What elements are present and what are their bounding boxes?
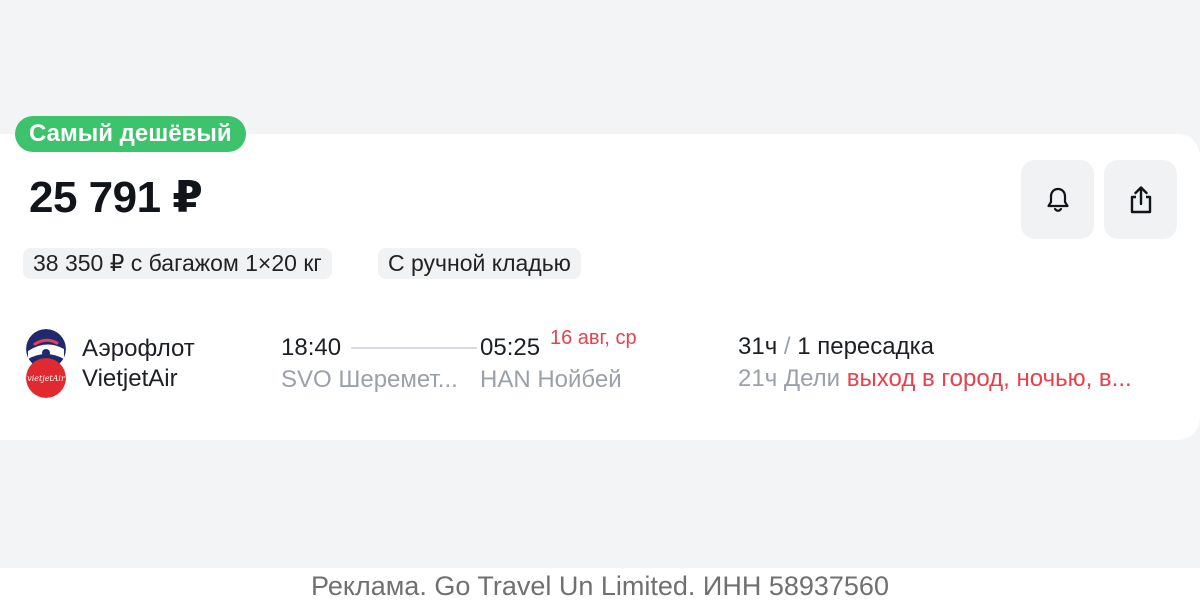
route-line	[351, 347, 477, 349]
airline-name-aeroflot: Аэрофлот	[82, 335, 195, 362]
flight-summary: 31ч / 1 пересадка	[738, 332, 934, 362]
arrival-date: 16 авг, ср	[550, 327, 637, 349]
bell-icon	[1046, 187, 1069, 212]
flight-duration: 31ч	[738, 333, 778, 360]
arrival-time: 05:25	[480, 334, 541, 361]
departure-airport: SVO Шеремет...	[281, 366, 458, 393]
share-button[interactable]	[1104, 160, 1177, 239]
departure-time: 18:40	[281, 334, 342, 361]
layover-info: 21ч Дели выход в город, ночью, в...	[738, 364, 1132, 394]
arrival-airport: HAN Нойбей	[480, 366, 622, 393]
vietjetair-logo-text: vietjetAir	[27, 374, 66, 383]
vietjetair-logo: vietjetAir	[26, 358, 66, 398]
ticket-price: 25 791 ₽	[29, 173, 203, 222]
ticket-offer-screen: Самый дешёвый 25 791 ₽ 38 350 ₽ с багажо…	[0, 0, 1200, 602]
stops-count: 1 пересадка	[797, 333, 934, 360]
share-icon	[1130, 185, 1151, 213]
layover-warning: выход в город, ночью, в...	[846, 365, 1132, 392]
subscribe-price-button[interactable]	[1021, 160, 1094, 239]
summary-separator: /	[783, 333, 791, 360]
baggage-option-chip[interactable]: 38 350 ₽ с багажом 1×20 кг	[23, 248, 332, 279]
cheapest-badge: Самый дешёвый	[15, 116, 246, 152]
airline-name-vietjetair: VietjetAir	[82, 365, 178, 392]
layover-city: Дели	[783, 365, 841, 392]
hand-luggage-option-chip[interactable]: С ручной кладью	[378, 248, 581, 279]
ad-disclaimer: Реклама. Go Travel Un Limited. ИНН 58937…	[0, 568, 1200, 602]
layover-duration: 21ч	[738, 365, 778, 392]
